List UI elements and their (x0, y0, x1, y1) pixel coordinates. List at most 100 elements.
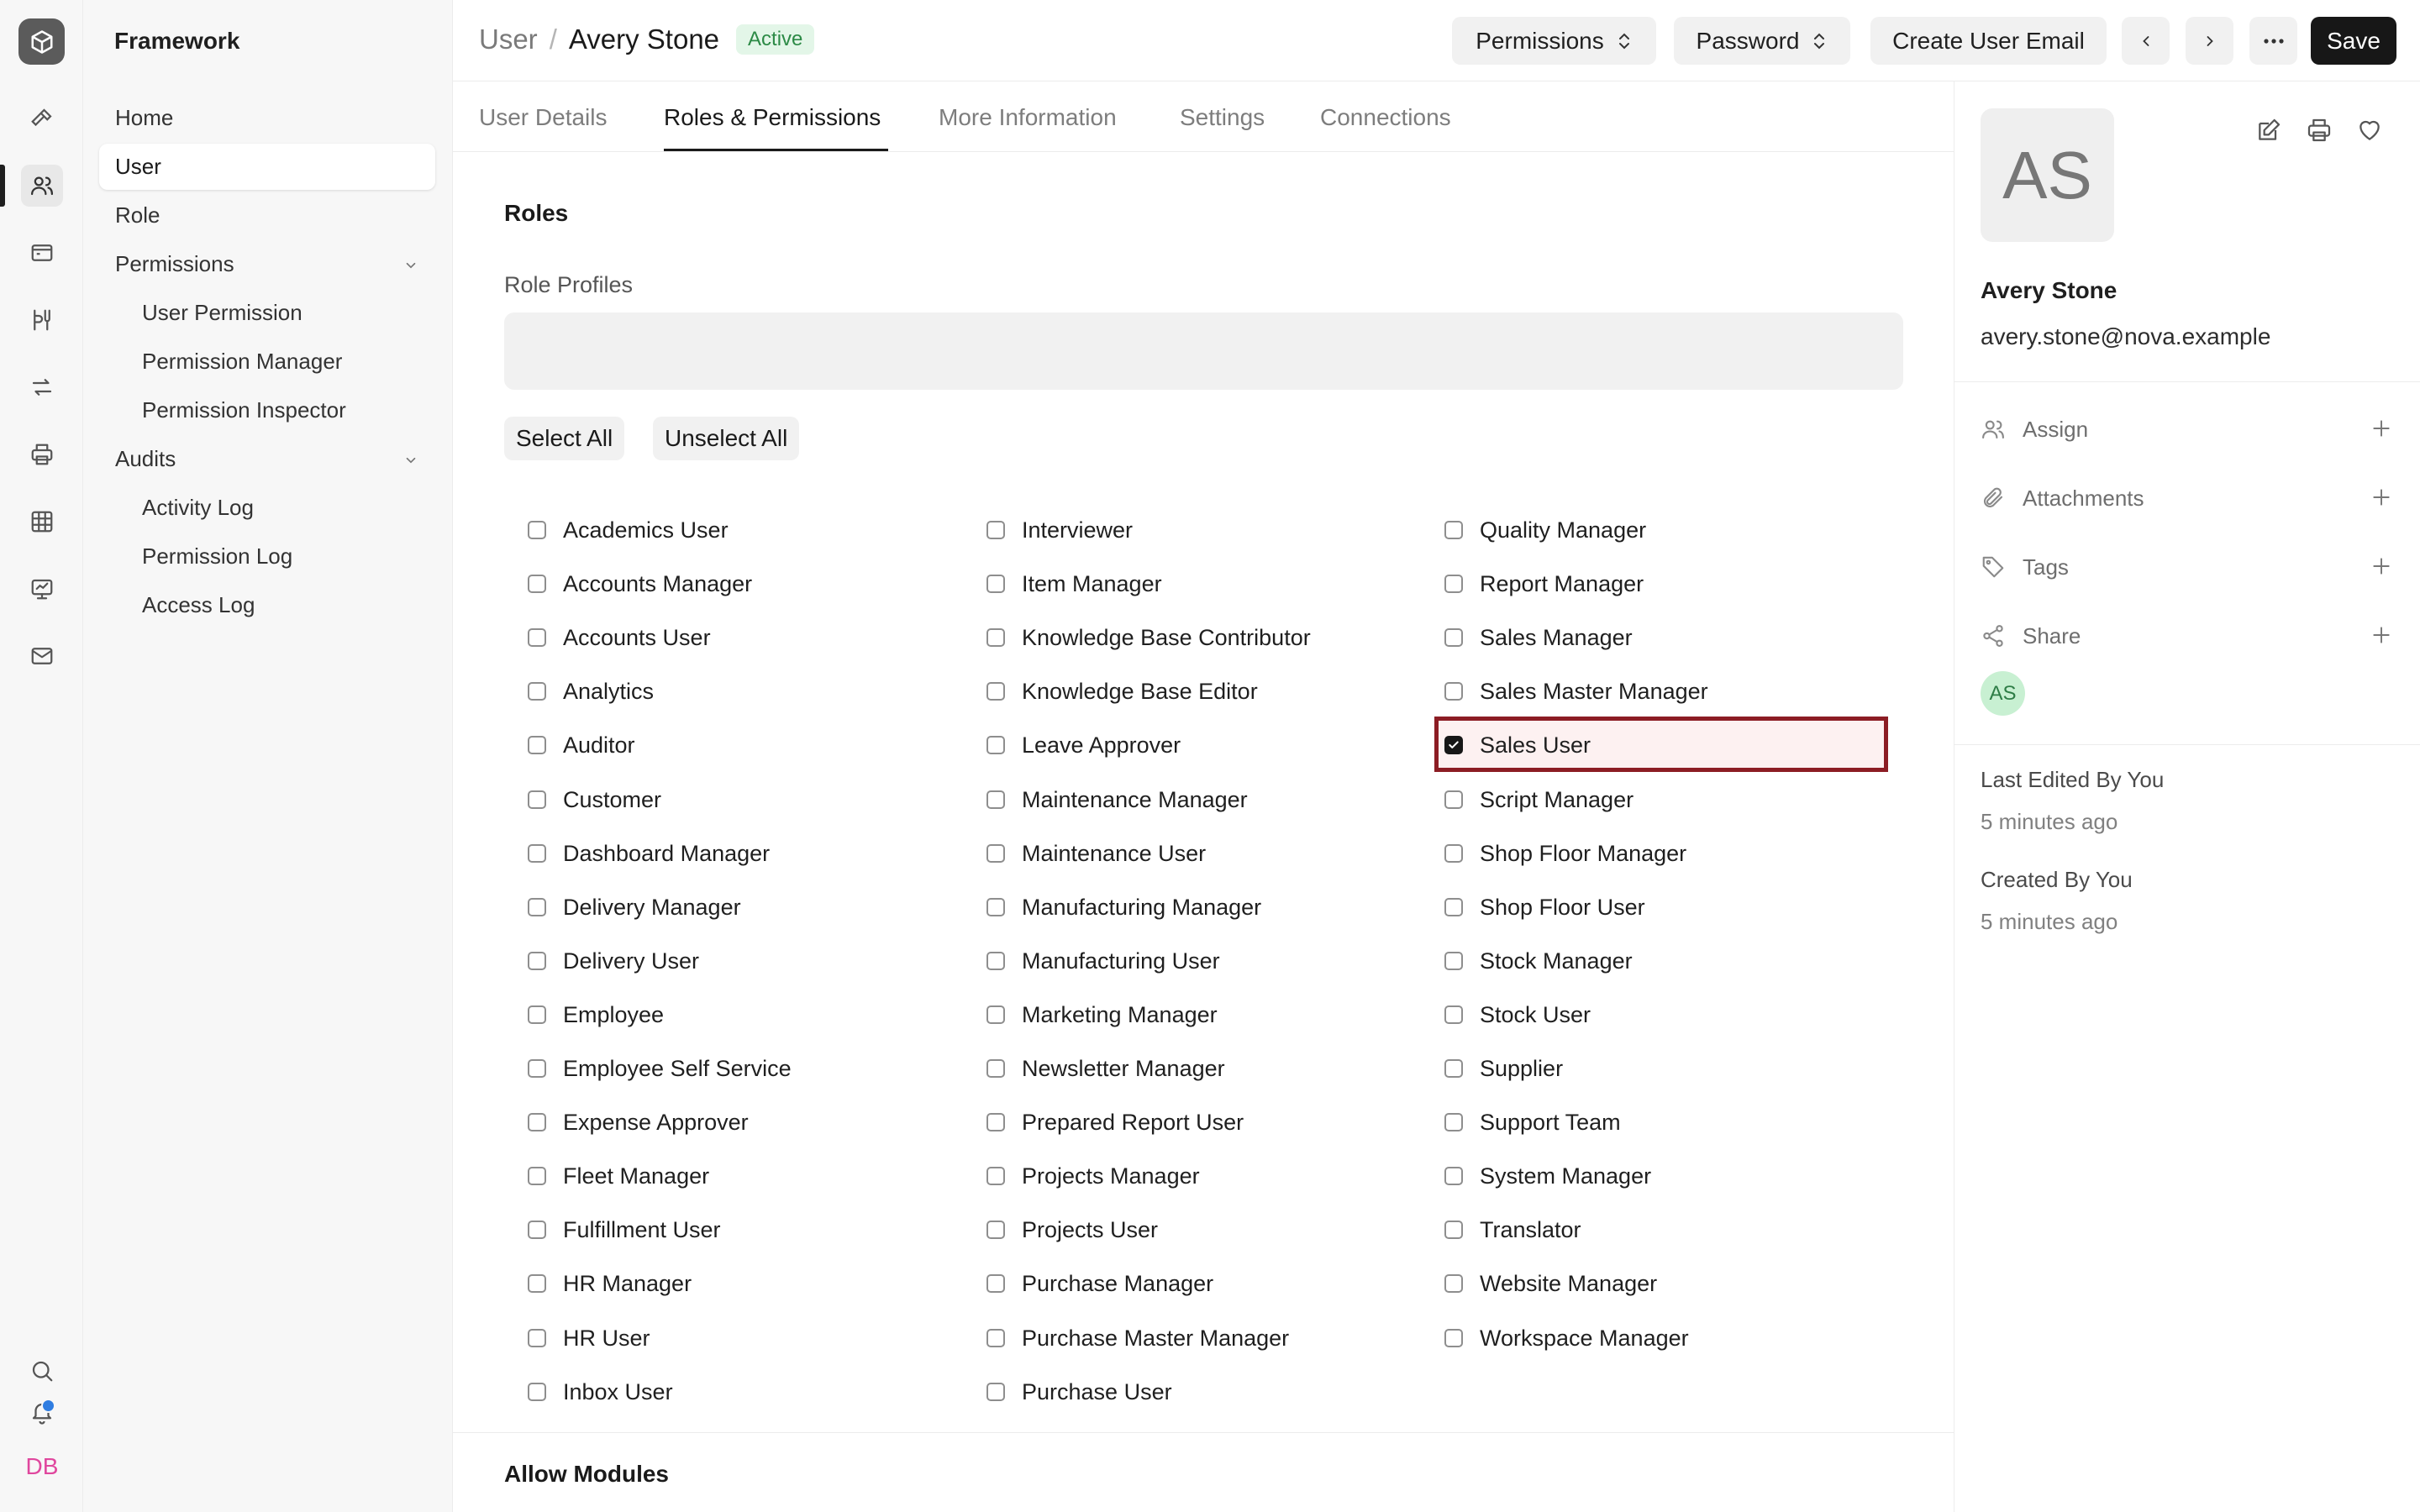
checkbox[interactable] (986, 682, 1005, 701)
role-checkbox-interviewer[interactable]: Interviewer (986, 513, 1133, 547)
rail-integrations-icon[interactable] (21, 299, 63, 341)
checkbox[interactable] (1444, 736, 1463, 754)
role-checkbox-manufacturing-manager[interactable]: Manufacturing Manager (986, 890, 1261, 924)
role-checkbox-sales-manager[interactable]: Sales Manager (1444, 621, 1633, 654)
role-checkbox-delivery-user[interactable]: Delivery User (528, 944, 699, 978)
role-checkbox-shop-floor-user[interactable]: Shop Floor User (1444, 890, 1645, 924)
tab-settings[interactable]: Settings (1180, 104, 1265, 131)
checkbox[interactable] (1444, 790, 1463, 809)
checkbox[interactable] (986, 1005, 1005, 1024)
sidebar-item-permission-manager[interactable]: Permission Manager (99, 339, 435, 385)
unselect-all-button[interactable]: Unselect All (653, 417, 800, 460)
checkbox[interactable] (528, 1167, 546, 1185)
checkbox[interactable] (986, 1274, 1005, 1293)
role-checkbox-dashboard-manager[interactable]: Dashboard Manager (528, 837, 770, 870)
rail-window-icon[interactable] (21, 232, 63, 274)
sidebar-item-role[interactable]: Role (99, 192, 435, 239)
role-checkbox-translator[interactable]: Translator (1444, 1213, 1581, 1247)
rail-users-icon[interactable] (21, 165, 63, 207)
sidebar-item-permissions[interactable]: Permissions (99, 241, 435, 287)
role-checkbox-purchase-master-manager[interactable]: Purchase Master Manager (986, 1321, 1289, 1355)
checkbox[interactable] (528, 1329, 546, 1347)
role-checkbox-employee-self-service[interactable]: Employee Self Service (528, 1052, 792, 1085)
role-checkbox-expense-approver[interactable]: Expense Approver (528, 1105, 749, 1139)
checkbox[interactable] (1444, 1167, 1463, 1185)
previous-record-button[interactable] (2122, 17, 2170, 65)
role-checkbox-auditor[interactable]: Auditor (528, 728, 635, 762)
role-checkbox-sales-user[interactable]: Sales User (1444, 728, 1591, 762)
role-checkbox-academics-user[interactable]: Academics User (528, 513, 729, 547)
shared-user-avatar[interactable]: AS (1981, 671, 2025, 716)
role-checkbox-maintenance-manager[interactable]: Maintenance Manager (986, 783, 1248, 816)
sidebar-item-user-permission[interactable]: User Permission (99, 290, 435, 336)
checkbox[interactable] (1444, 521, 1463, 539)
checkbox[interactable] (986, 1221, 1005, 1239)
chevron-down-icon[interactable] (403, 453, 418, 468)
role-checkbox-knowledge-base-contributor[interactable]: Knowledge Base Contributor (986, 621, 1311, 654)
checkbox[interactable] (986, 575, 1005, 593)
checkbox[interactable] (986, 736, 1005, 754)
role-checkbox-accounts-manager[interactable]: Accounts Manager (528, 567, 752, 601)
checkbox[interactable] (528, 1005, 546, 1024)
checkbox[interactable] (528, 844, 546, 863)
checkbox[interactable] (528, 1274, 546, 1293)
checkbox[interactable] (528, 628, 546, 647)
role-checkbox-projects-manager[interactable]: Projects Manager (986, 1159, 1200, 1193)
role-checkbox-workspace-manager[interactable]: Workspace Manager (1444, 1321, 1689, 1355)
role-checkbox-maintenance-user[interactable]: Maintenance User (986, 837, 1206, 870)
role-checkbox-customer[interactable]: Customer (528, 783, 661, 816)
role-checkbox-leave-approver[interactable]: Leave Approver (986, 728, 1181, 762)
tab-roles-permissions[interactable]: Roles & Permissions (664, 104, 881, 131)
edit-icon[interactable] (2255, 117, 2282, 144)
role-checkbox-sales-master-manager[interactable]: Sales Master Manager (1444, 675, 1708, 708)
sidebar-item-access-log[interactable]: Access Log (99, 582, 435, 628)
role-checkbox-hr-manager[interactable]: HR Manager (528, 1267, 692, 1300)
checkbox[interactable] (1444, 1059, 1463, 1078)
checkbox[interactable] (1444, 1113, 1463, 1131)
checkbox[interactable] (528, 1059, 546, 1078)
checkbox[interactable] (528, 1113, 546, 1131)
role-checkbox-accounts-user[interactable]: Accounts User (528, 621, 711, 654)
add-assign-plus-icon[interactable] (2370, 417, 2392, 439)
checkbox[interactable] (528, 1383, 546, 1401)
checkbox[interactable] (1444, 898, 1463, 916)
role-checkbox-website-manager[interactable]: Website Manager (1444, 1267, 1657, 1300)
role-checkbox-item-manager[interactable]: Item Manager (986, 567, 1162, 601)
checkbox[interactable] (986, 1059, 1005, 1078)
role-checkbox-fleet-manager[interactable]: Fleet Manager (528, 1159, 709, 1193)
sidebar-item-permission-inspector[interactable]: Permission Inspector (99, 387, 435, 433)
share-row[interactable]: Share (1981, 619, 2392, 653)
role-checkbox-purchase-manager[interactable]: Purchase Manager (986, 1267, 1213, 1300)
user-initials-avatar[interactable]: DB (22, 1450, 62, 1483)
more-actions-button[interactable] (2249, 17, 2297, 65)
role-checkbox-shop-floor-manager[interactable]: Shop Floor Manager (1444, 837, 1686, 870)
checkbox[interactable] (1444, 628, 1463, 647)
role-checkbox-system-manager[interactable]: System Manager (1444, 1159, 1651, 1193)
breadcrumb-parent-link[interactable]: User (479, 24, 538, 55)
checkbox[interactable] (986, 628, 1005, 647)
checkbox[interactable] (528, 575, 546, 593)
checkbox[interactable] (1444, 1005, 1463, 1024)
role-checkbox-delivery-manager[interactable]: Delivery Manager (528, 890, 741, 924)
role-checkbox-inbox-user[interactable]: Inbox User (528, 1375, 673, 1409)
role-checkbox-supplier[interactable]: Supplier (1444, 1052, 1563, 1085)
rail-notification-icon[interactable] (21, 1392, 63, 1434)
tab-more-information[interactable]: More Information (939, 104, 1117, 131)
checkbox[interactable] (986, 952, 1005, 970)
checkbox[interactable] (528, 898, 546, 916)
role-checkbox-stock-user[interactable]: Stock User (1444, 998, 1591, 1032)
checkbox[interactable] (986, 1167, 1005, 1185)
role-checkbox-analytics[interactable]: Analytics (528, 675, 654, 708)
role-checkbox-support-team[interactable]: Support Team (1444, 1105, 1621, 1139)
role-checkbox-fulfillment-user[interactable]: Fulfillment User (528, 1213, 721, 1247)
checkbox[interactable] (1444, 952, 1463, 970)
permissions-dropdown-button[interactable]: Permissions (1452, 17, 1656, 65)
tab-connections[interactable]: Connections (1320, 104, 1451, 131)
checkbox[interactable] (986, 898, 1005, 916)
sidebar-item-activity-log[interactable]: Activity Log (99, 485, 435, 531)
checkbox[interactable] (1444, 1274, 1463, 1293)
checkbox[interactable] (986, 1113, 1005, 1131)
checkbox[interactable] (986, 1329, 1005, 1347)
checkbox[interactable] (986, 521, 1005, 539)
checkbox[interactable] (528, 952, 546, 970)
